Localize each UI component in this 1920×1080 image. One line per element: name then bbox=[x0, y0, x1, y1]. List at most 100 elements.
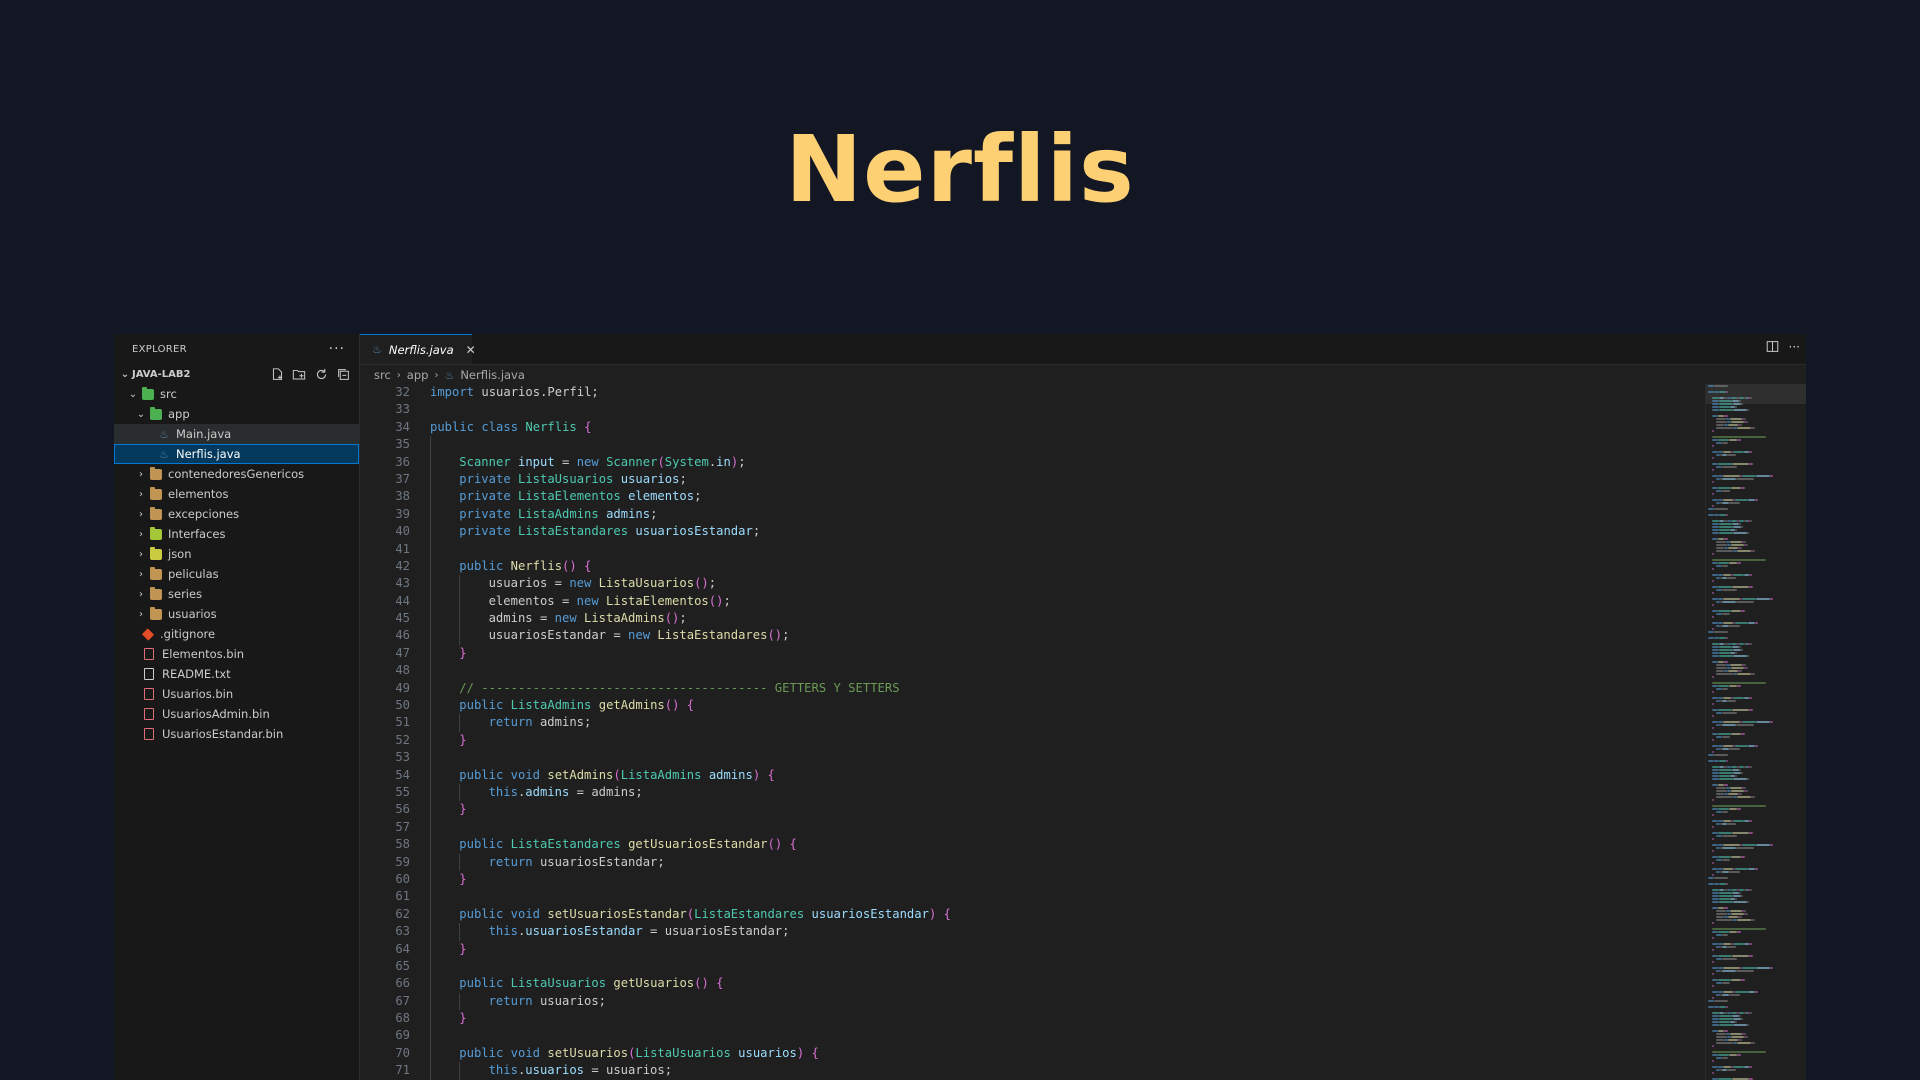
code-token: ListaUsuarios bbox=[510, 976, 614, 991]
minimap-token bbox=[1719, 637, 1726, 639]
minimap-token bbox=[1749, 697, 1752, 699]
minimap-token bbox=[1722, 970, 1736, 972]
minimap-token bbox=[1747, 409, 1749, 411]
line-number: 39 bbox=[395, 506, 410, 521]
minimap[interactable] bbox=[1705, 384, 1806, 1080]
tree-item[interactable]: › json bbox=[114, 544, 359, 564]
tree-item[interactable]: › usuarios bbox=[114, 604, 359, 624]
indent-guide bbox=[430, 888, 431, 906]
code-token: ListaUsuarios bbox=[518, 471, 621, 486]
minimap-token bbox=[1733, 901, 1747, 903]
line-number: 65 bbox=[395, 958, 410, 973]
new-folder-icon[interactable] bbox=[291, 366, 307, 382]
code-text: public void setUsuarios(ListaUsuarios us… bbox=[430, 1044, 819, 1063]
minimap-token bbox=[1712, 838, 1714, 840]
tree-item[interactable]: .gitignore bbox=[114, 624, 359, 644]
minimap-token bbox=[1712, 892, 1719, 894]
tree-item[interactable]: Usuarios.bin bbox=[114, 684, 359, 704]
minimap-token bbox=[1748, 499, 1755, 501]
minimap-token bbox=[1712, 997, 1714, 999]
minimap-token bbox=[1712, 985, 1714, 987]
minimap-token bbox=[1719, 532, 1733, 534]
code-token: private bbox=[459, 489, 518, 504]
split-editor-icon[interactable] bbox=[1766, 340, 1779, 356]
refresh-icon[interactable] bbox=[313, 366, 329, 382]
tree-item[interactable]: README.txt bbox=[114, 664, 359, 684]
tree-item[interactable]: ♨ Nerflis.java bbox=[114, 444, 359, 464]
minimap-token bbox=[1719, 769, 1732, 771]
minimap-token bbox=[1719, 655, 1733, 657]
breadcrumb-file[interactable]: Nerflis.java bbox=[460, 368, 525, 382]
minimap-token bbox=[1742, 721, 1756, 723]
collapse-all-icon[interactable] bbox=[335, 366, 351, 382]
tree-item-label: peliculas bbox=[168, 567, 219, 581]
code-token: ; bbox=[650, 506, 658, 521]
tree-item[interactable]: › contenedoresGenericos bbox=[114, 464, 359, 484]
indent-guide bbox=[430, 818, 431, 837]
minimap-token bbox=[1733, 526, 1741, 528]
more-actions-icon[interactable]: ··· bbox=[329, 341, 345, 357]
code-token: admins bbox=[708, 767, 753, 782]
minimap-token bbox=[1749, 955, 1753, 957]
code-token: ListaAdmins bbox=[620, 767, 709, 782]
code-text: } bbox=[430, 801, 467, 819]
tree-item[interactable]: ⌄ app bbox=[114, 404, 359, 424]
indent-guide bbox=[430, 783, 431, 802]
minimap-token bbox=[1712, 643, 1719, 645]
line-number: 54 bbox=[395, 767, 410, 782]
chevron-right-icon: › bbox=[139, 468, 143, 480]
tree-item[interactable]: › excepciones bbox=[114, 504, 359, 524]
tree-item[interactable]: ♨ Main.java bbox=[114, 424, 359, 444]
tree-item[interactable]: › series bbox=[114, 584, 359, 604]
project-root[interactable]: ⌄ JAVA-LAB2 bbox=[114, 364, 359, 384]
code-text: private ListaEstandares usuariosEstandar… bbox=[430, 523, 760, 541]
code-text bbox=[430, 818, 459, 837]
more-actions-icon[interactable]: ··· bbox=[1789, 340, 1800, 356]
minimap-token bbox=[1726, 1006, 1728, 1008]
minimap-token bbox=[1712, 715, 1714, 717]
tree-item[interactable]: Elementos.bin bbox=[114, 644, 359, 664]
minimap-token bbox=[1716, 424, 1724, 426]
minimap-token bbox=[1733, 943, 1744, 945]
breadcrumb-src[interactable]: src bbox=[374, 368, 391, 382]
code-token: () { bbox=[562, 558, 592, 573]
tree-item[interactable]: UsuariosEstandar.bin bbox=[114, 724, 359, 744]
code-text: this.usuariosEstandar = usuariosEstandar… bbox=[430, 923, 789, 941]
minimap-token bbox=[1712, 739, 1714, 741]
tree-item[interactable]: UsuariosAdmin.bin bbox=[114, 704, 359, 724]
minimap-token bbox=[1735, 499, 1748, 501]
indent-guide bbox=[430, 488, 431, 506]
minimap-token bbox=[1719, 526, 1733, 528]
tree-item[interactable]: › Interfaces bbox=[114, 524, 359, 544]
code-editor[interactable]: 32 import usuarios.Perfil; 33 34 public clas… bbox=[360, 384, 1706, 1080]
hero-title: Nerflis bbox=[785, 116, 1135, 223]
code-token: ListaUsuarios bbox=[598, 576, 695, 591]
close-icon[interactable]: ✕ bbox=[466, 343, 476, 357]
minimap-token bbox=[1712, 1018, 1719, 1020]
breadcrumb-app[interactable]: app bbox=[407, 368, 429, 382]
chevron-down-icon: ⌄ bbox=[136, 408, 146, 420]
minimap-token bbox=[1716, 1033, 1726, 1035]
line-number: 45 bbox=[395, 611, 410, 626]
minimap-token bbox=[1729, 502, 1740, 504]
minimap-token bbox=[1712, 691, 1714, 693]
minimap-token bbox=[1714, 385, 1728, 387]
minimap-token bbox=[1747, 655, 1749, 657]
minimap-token bbox=[1753, 673, 1755, 675]
tree-item-label: Main.java bbox=[176, 427, 232, 441]
tree-item[interactable]: ⌄ src bbox=[114, 384, 359, 404]
code-token: usuariosEstandar = bbox=[488, 628, 629, 643]
new-file-icon[interactable] bbox=[269, 366, 285, 382]
minimap-token bbox=[1726, 637, 1728, 639]
tree-item[interactable]: › peliculas bbox=[114, 564, 359, 584]
tab-nerflis-java[interactable]: ♨ Nerflis.java ✕ bbox=[360, 334, 476, 364]
code-text: public class Nerflis { bbox=[430, 419, 591, 436]
minimap-token bbox=[1732, 1015, 1739, 1017]
tree-item[interactable]: › elementos bbox=[114, 484, 359, 504]
code-line: 49 // -----------------------------------… bbox=[360, 679, 1706, 698]
minimap-token bbox=[1712, 532, 1719, 534]
minimap-token bbox=[1716, 418, 1726, 420]
code-line: 67 return usuarios; bbox=[360, 992, 1706, 1011]
code-token: = usuarios; bbox=[584, 1063, 673, 1078]
folder-icon bbox=[150, 486, 162, 500]
